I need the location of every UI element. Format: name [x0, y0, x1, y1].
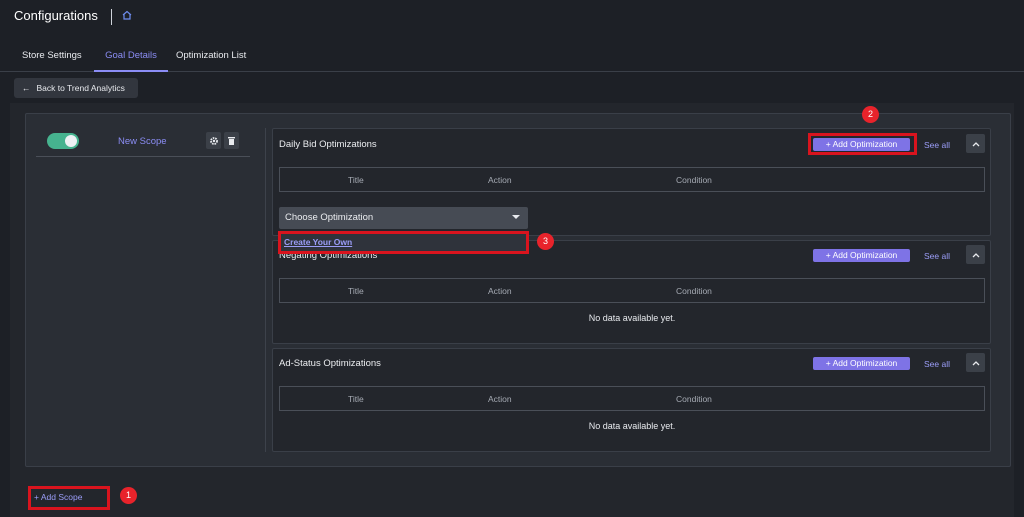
home-icon[interactable] — [121, 9, 133, 21]
column-condition: Condition — [676, 175, 712, 185]
chevron-up-icon — [972, 141, 979, 146]
column-action: Action — [488, 286, 512, 296]
callout-highlight-create-your-own — [278, 231, 529, 254]
tab-bar: Store Settings Goal Details Optimization… — [0, 44, 1024, 72]
scope-name[interactable]: New Scope — [118, 136, 167, 147]
back-button-label: Back to Trend Analytics — [36, 83, 125, 93]
gear-icon — [209, 136, 218, 145]
add-optimization-label: Add Optimization — [832, 358, 898, 368]
plus-icon: + — [825, 250, 833, 260]
callout-badge-1: 1 — [120, 487, 137, 504]
callout-badge-3: 3 — [537, 233, 554, 250]
table-header: Title Action Condition — [279, 386, 985, 411]
add-optimization-label: Add Optimization — [832, 250, 898, 260]
scope-toggle[interactable] — [47, 133, 79, 149]
caret-down-icon[interactable] — [512, 215, 520, 219]
column-title: Title — [348, 286, 364, 296]
empty-state-text: No data available yet. — [588, 421, 676, 431]
page-title: Configurations — [14, 8, 98, 23]
back-to-trend-analytics-button[interactable]: ← Back to Trend Analytics — [14, 78, 138, 98]
scope-settings-button[interactable] — [206, 132, 221, 149]
chevron-up-icon — [972, 252, 979, 257]
column-title: Title — [348, 175, 364, 185]
callout-highlight-add-scope — [28, 486, 110, 510]
scope-divider — [36, 156, 250, 157]
see-all-link[interactable]: See all — [924, 359, 950, 369]
column-condition: Condition — [676, 394, 712, 404]
callout-badge-2: 2 — [862, 106, 879, 123]
trash-icon — [228, 136, 235, 145]
collapse-section-button[interactable] — [966, 353, 985, 372]
column-action: Action — [488, 175, 512, 185]
tab-store-settings[interactable]: Store Settings — [22, 44, 82, 72]
section-title: Daily Bid Optimizations — [279, 139, 377, 150]
column-divider — [265, 128, 266, 452]
column-condition: Condition — [676, 286, 712, 296]
add-optimization-button[interactable]: + Add Optimization — [813, 249, 910, 262]
column-title: Title — [348, 394, 364, 404]
title-separator — [111, 9, 112, 25]
arrow-left-icon: ← — [22, 83, 31, 93]
tab-optimization-list[interactable]: Optimization List — [176, 44, 246, 72]
chevron-up-icon — [972, 360, 979, 365]
empty-state-text: No data available yet. — [588, 313, 676, 323]
section-title: Ad-Status Optimizations — [279, 358, 381, 369]
toggle-knob — [65, 135, 77, 147]
choose-optimization-select[interactable]: Choose Optimization — [279, 207, 528, 229]
scope-delete-button[interactable] — [224, 132, 239, 149]
collapse-section-button[interactable] — [966, 134, 985, 153]
tab-goal-details[interactable]: Goal Details — [94, 44, 168, 72]
callout-highlight-add-optimization — [808, 133, 917, 155]
column-action: Action — [488, 394, 512, 404]
see-all-link[interactable]: See all — [924, 251, 950, 261]
table-header: Title Action Condition — [279, 278, 985, 303]
plus-icon: + — [825, 358, 833, 368]
add-optimization-button[interactable]: + Add Optimization — [813, 357, 910, 370]
collapse-section-button[interactable] — [966, 245, 985, 264]
see-all-link[interactable]: See all — [924, 140, 950, 150]
table-header: Title Action Condition — [279, 167, 985, 192]
